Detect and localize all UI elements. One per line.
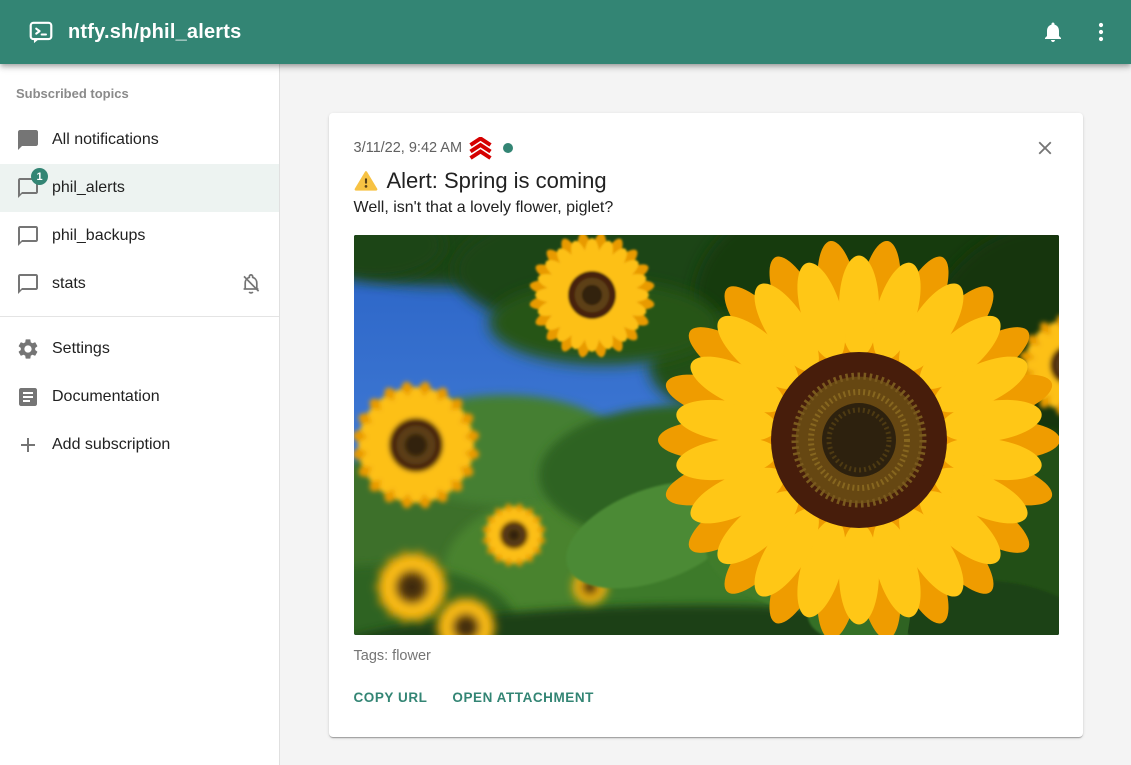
copy-url-button[interactable]: COPY URL — [346, 684, 436, 711]
sidebar-actions-list: Settings Documentation Add subscription — [0, 325, 279, 469]
appbar-actions — [1029, 8, 1125, 56]
close-icon — [1034, 137, 1056, 159]
sidebar-item-stats[interactable]: stats — [0, 260, 279, 308]
notification-card: 3/11/22, 9:42 AM — [329, 113, 1083, 737]
warning-emoji-icon — [354, 169, 378, 193]
notifications-bell-button[interactable] — [1029, 8, 1077, 56]
notification-header: 3/11/22, 9:42 AM — [354, 137, 1059, 159]
sidebar-item-phil-backups[interactable]: phil_backups — [0, 212, 279, 260]
notification-actions: COPY URL OPEN ATTACHMENT — [346, 684, 1059, 711]
sidebar-item-label: stats — [52, 275, 86, 293]
attachment-image-sunflowers[interactable] — [354, 235, 1059, 635]
notification-body: Well, isn't that a lovely flower, piglet… — [354, 198, 1059, 217]
notifications-off-icon — [239, 272, 263, 296]
chat-outline-icon — [16, 224, 40, 248]
sidebar: Subscribed topics All notifications 1 ph — [0, 64, 280, 765]
sidebar-item-phil-alerts[interactable]: 1 phil_alerts — [0, 164, 279, 212]
sidebar-item-label: Documentation — [52, 388, 160, 406]
sidebar-item-add-subscription[interactable]: Add subscription — [0, 421, 279, 469]
plus-icon — [16, 433, 40, 457]
sidebar-item-settings[interactable]: Settings — [0, 325, 279, 373]
overflow-menu-button[interactable] — [1077, 8, 1125, 56]
sidebar-item-label: phil_backups — [52, 227, 145, 245]
sidebar-item-label: All notifications — [52, 131, 159, 149]
chat-filled-icon — [16, 128, 40, 152]
close-notification-button[interactable] — [1031, 134, 1059, 162]
chat-outline-icon: 1 — [16, 176, 40, 200]
priority-max-icon — [467, 137, 494, 160]
sidebar-item-label: Settings — [52, 340, 110, 358]
topics-list: All notifications 1 phil_alerts phil_b — [0, 116, 279, 308]
gear-icon — [16, 337, 40, 361]
sidebar-item-label: phil_alerts — [52, 179, 125, 197]
bell-icon — [1041, 20, 1065, 44]
app-title: ntfy.sh/phil_alerts — [68, 21, 241, 44]
sidebar-item-all-notifications[interactable]: All notifications — [0, 116, 279, 164]
subscribed-topics-caption: Subscribed topics — [0, 86, 279, 101]
open-attachment-button[interactable]: OPEN ATTACHMENT — [444, 684, 602, 711]
notification-title-row: Alert: Spring is coming — [354, 168, 1059, 194]
sidebar-divider — [0, 316, 279, 317]
sidebar-item-label: Add subscription — [52, 436, 170, 454]
app-bar: ntfy.sh/phil_alerts — [0, 0, 1131, 64]
kebab-menu-icon — [1089, 20, 1113, 44]
unread-count-badge: 1 — [31, 168, 48, 185]
sidebar-item-documentation[interactable]: Documentation — [0, 373, 279, 421]
notification-timestamp: 3/11/22, 9:42 AM — [354, 140, 463, 156]
chat-outline-icon — [16, 272, 40, 296]
article-icon — [16, 385, 40, 409]
ntfy-logo-icon — [28, 19, 54, 45]
main-content: 3/11/22, 9:42 AM — [280, 64, 1131, 765]
notification-title: Alert: Spring is coming — [387, 168, 607, 194]
notification-tags: Tags: flower — [354, 648, 1059, 664]
unread-dot — [503, 143, 513, 153]
